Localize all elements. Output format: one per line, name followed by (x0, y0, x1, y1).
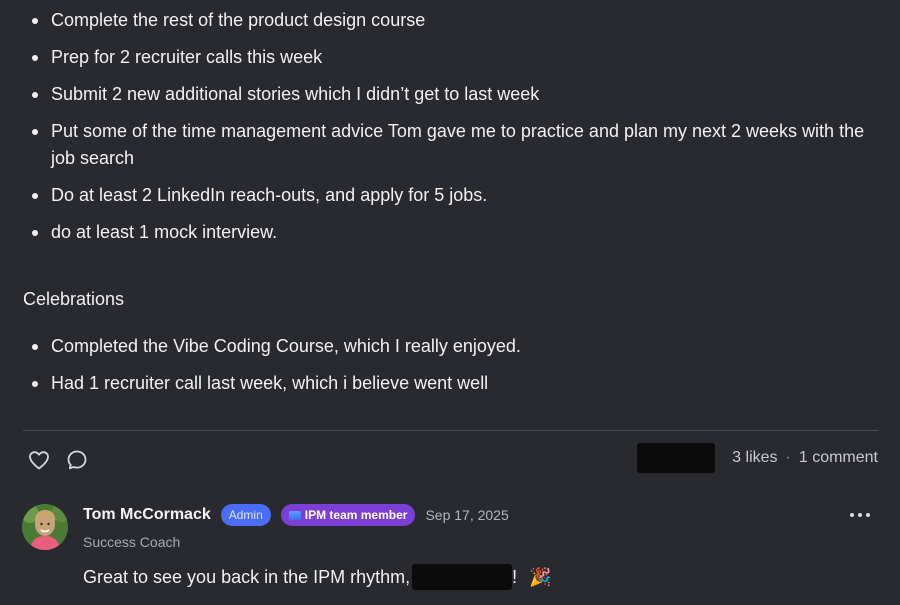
comment-header: Tom McCormack Admin IPM team member Sep … (83, 503, 509, 527)
team-badge-label: IPM team member (304, 508, 408, 522)
more-options-button[interactable] (850, 508, 870, 522)
party-popper-emoji: 🎉 (529, 567, 552, 587)
stats-separator: · (785, 449, 791, 466)
list-item: Had 1 recruiter call last week, which i … (28, 370, 888, 397)
list-item: Completed the Vibe Coding Course, which … (28, 333, 888, 360)
comment-author-role: Success Coach (83, 534, 181, 550)
comments-count[interactable]: 1 comment (799, 447, 878, 469)
comment-text-trailing: ! (512, 567, 518, 587)
more-horizontal-icon (850, 513, 854, 517)
speech-bubble-icon[interactable] (65, 448, 89, 472)
list-item: Do at least 2 LinkedIn reach-outs, and a… (28, 182, 888, 209)
likes-count[interactable]: 3 likes (732, 447, 777, 469)
comment-date: Sep 17, 2025 (425, 507, 509, 523)
list-item: do at least 1 mock interview. (28, 219, 888, 246)
list-item: Submit 2 new additional stories which I … (28, 81, 888, 108)
divider (23, 430, 878, 431)
list-item: Complete the rest of the product design … (28, 7, 888, 34)
comment-text-main: Great to see you back in the IPM rhythm, (83, 567, 411, 587)
comment-text: Great to see you back in the IPM rhythm,… (83, 564, 552, 590)
redacted-likers-avatars (637, 443, 715, 473)
post-stats: 3 likes · 1 comment (732, 447, 878, 469)
avatar[interactable] (22, 504, 68, 550)
post-card: Complete the rest of the product design … (0, 0, 900, 605)
celebrations-list: Completed the Vibe Coding Course, which … (28, 333, 888, 407)
admin-badge: Admin (220, 504, 271, 526)
list-item: Prep for 2 recruiter calls this week (28, 44, 888, 71)
list-item: Put some of the time management advice T… (28, 118, 888, 172)
comment-author-name[interactable]: Tom McCormack (83, 506, 211, 524)
team-badge-icon (288, 510, 301, 520)
heart-icon[interactable] (27, 448, 51, 472)
goals-list: Complete the rest of the product design … (28, 7, 888, 256)
redacted-mention (412, 564, 513, 590)
celebrations-heading: Celebrations (23, 289, 125, 309)
team-member-badge: IPM team member (280, 504, 416, 526)
